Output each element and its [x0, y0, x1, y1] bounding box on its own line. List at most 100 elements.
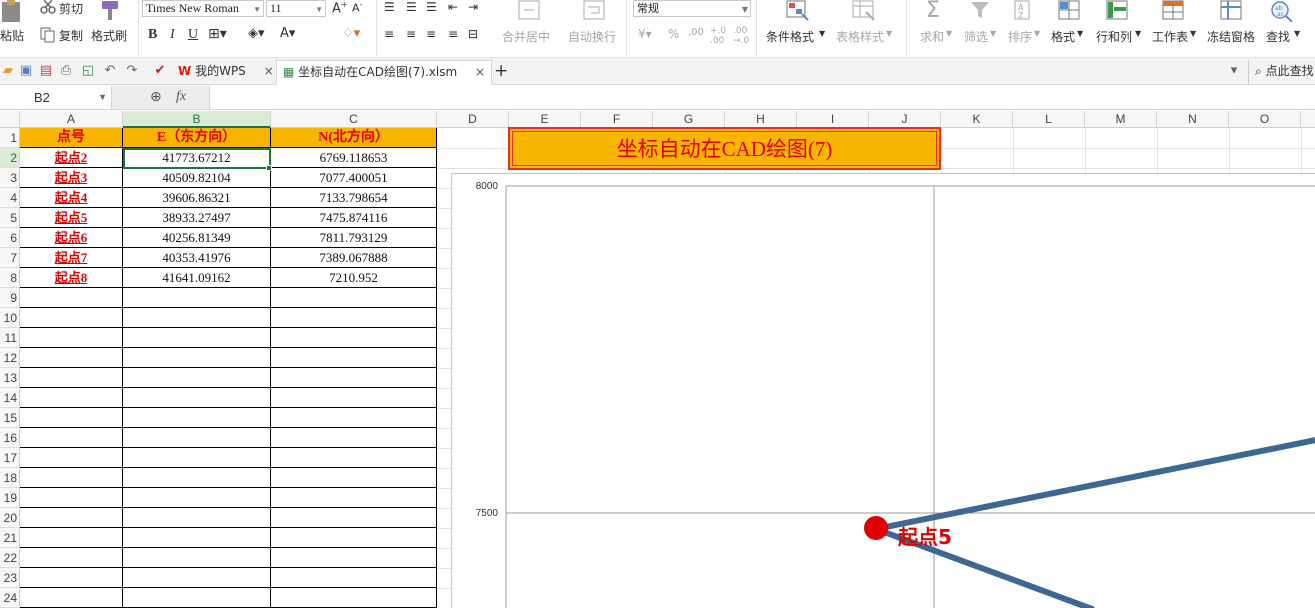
currency-icon[interactable]: ¥▾: [638, 27, 652, 41]
coordinate-cell[interactable]: 7811.793129: [271, 228, 437, 248]
format-icon[interactable]: [1058, 0, 1080, 22]
empty-cell[interactable]: [123, 308, 271, 328]
zoom-search-icon[interactable]: ⊕: [150, 89, 162, 105]
merge-center-icon[interactable]: [518, 0, 540, 20]
empty-cell[interactable]: [20, 568, 123, 588]
close-icon[interactable]: ×: [264, 64, 274, 78]
column-title-cell[interactable]: E（东方向）: [123, 128, 271, 148]
empty-cell[interactable]: [20, 448, 123, 468]
row-header[interactable]: 8: [0, 268, 19, 288]
table-style-button[interactable]: 表格样式: [836, 28, 884, 45]
wrap-text-icon[interactable]: [583, 0, 605, 20]
point-label-cell[interactable]: 起点4: [20, 188, 123, 208]
decrease-font-icon[interactable]: A-: [352, 0, 362, 15]
point-label-cell[interactable]: 起点7: [20, 248, 123, 268]
new-tab-button[interactable]: +: [488, 60, 514, 85]
thousands-icon[interactable]: ,00: [688, 27, 704, 38]
fill-color-icon[interactable]: ◈▾: [248, 26, 265, 41]
font-color-icon[interactable]: A▾: [280, 26, 295, 41]
empty-cell[interactable]: [123, 468, 271, 488]
formula-input[interactable]: [211, 86, 1311, 109]
paste-icon[interactable]: [0, 0, 26, 24]
select-all-corner[interactable]: [0, 111, 20, 128]
underline-button[interactable]: U: [188, 27, 198, 43]
wrap-text-button[interactable]: 自动换行: [568, 28, 616, 45]
row-header[interactable]: 1: [0, 128, 19, 148]
worksheet-button[interactable]: 工作表: [1152, 28, 1188, 45]
column-title-cell[interactable]: 点号: [20, 128, 123, 148]
format-button[interactable]: 格式: [1051, 28, 1075, 45]
column-title-cell[interactable]: N(北方向）: [271, 128, 437, 148]
row-header[interactable]: 16: [0, 428, 19, 448]
tab-file[interactable]: ▦ 坐标自动在CAD绘图(7).xlsm ×: [276, 60, 493, 85]
empty-cell[interactable]: [271, 328, 437, 348]
empty-cell[interactable]: [123, 328, 271, 348]
point-label-cell[interactable]: 起点8: [20, 268, 123, 288]
export-pdf-icon[interactable]: ▤: [38, 63, 54, 79]
tab-wps-home[interactable]: W 我的WPS ×: [172, 60, 280, 85]
column-header[interactable]: O: [1229, 111, 1301, 128]
empty-cell[interactable]: [20, 328, 123, 348]
row-header[interactable]: 24: [0, 588, 19, 608]
empty-cell[interactable]: [123, 288, 271, 308]
chevron-down-icon[interactable]: ▼: [98, 86, 107, 109]
outdent-icon[interactable]: ⇥: [468, 0, 478, 14]
worksheet-icon[interactable]: [1162, 0, 1186, 22]
find-button[interactable]: 查找: [1266, 28, 1290, 45]
empty-cell[interactable]: [271, 308, 437, 328]
empty-cell[interactable]: [123, 528, 271, 548]
font-name-select[interactable]: Times New Roman ▼: [142, 0, 264, 17]
copy-button[interactable]: 复制: [59, 27, 83, 44]
empty-cell[interactable]: [20, 308, 123, 328]
empty-cell[interactable]: [20, 288, 123, 308]
row-header[interactable]: 15: [0, 408, 19, 428]
column-header[interactable]: M: [1085, 111, 1157, 128]
row-header[interactable]: 12: [0, 348, 19, 368]
sort-icon[interactable]: AZ: [1014, 0, 1034, 20]
format-painter-button[interactable]: 格式刷: [91, 27, 127, 44]
window-switch-icon[interactable]: ▾: [1226, 63, 1242, 79]
percent-button[interactable]: %: [668, 27, 679, 41]
insert-function-button[interactable]: fx: [176, 89, 186, 105]
row-col-icon[interactable]: [1106, 0, 1130, 22]
freeze-panes-button[interactable]: 冻结窗格: [1207, 28, 1255, 45]
coordinate-cell[interactable]: 7133.798654: [271, 188, 437, 208]
coordinate-cell[interactable]: 7389.067888: [271, 248, 437, 268]
column-header[interactable]: E: [509, 111, 581, 128]
empty-cell[interactable]: [123, 568, 271, 588]
freeze-panes-icon[interactable]: [1220, 0, 1244, 22]
point-label-cell[interactable]: 起点2: [20, 148, 123, 168]
empty-cell[interactable]: [20, 508, 123, 528]
cut-button[interactable]: 剪切: [59, 0, 83, 17]
active-cell-selection[interactable]: [123, 148, 271, 169]
empty-cell[interactable]: [271, 528, 437, 548]
point-label-cell[interactable]: 起点5: [20, 208, 123, 228]
redo-icon[interactable]: ↷: [124, 63, 140, 79]
empty-cell[interactable]: [20, 588, 123, 608]
empty-cell[interactable]: [271, 588, 437, 608]
italic-button[interactable]: I: [170, 27, 175, 43]
empty-cell[interactable]: [271, 548, 437, 568]
coordinate-cell[interactable]: 39606.86321: [123, 188, 271, 208]
indent-icon[interactable]: ⇤: [448, 0, 458, 14]
empty-cell[interactable]: [20, 428, 123, 448]
undo-icon[interactable]: ↶: [102, 63, 118, 79]
empty-cell[interactable]: [123, 508, 271, 528]
search-box[interactable]: ⌕ 点此查找: [1248, 60, 1315, 85]
empty-cell[interactable]: [123, 448, 271, 468]
column-header[interactable]: I: [797, 111, 869, 128]
coordinate-cell[interactable]: 40509.82104: [123, 168, 271, 188]
empty-cell[interactable]: [20, 348, 123, 368]
empty-cell[interactable]: [271, 408, 437, 428]
name-box[interactable]: B2 ▼: [0, 86, 112, 109]
column-header[interactable]: L: [1013, 111, 1085, 128]
decrease-decimal-icon[interactable]: .00 →.0: [733, 26, 749, 46]
row-header[interactable]: 5: [0, 208, 19, 228]
coordinate-cell[interactable]: 7077.400051: [271, 168, 437, 188]
row-header[interactable]: 9: [0, 288, 19, 308]
row-header[interactable]: 10: [0, 308, 19, 328]
find-icon[interactable]: ab ac: [1270, 0, 1294, 23]
justify-icon[interactable]: ≡: [448, 27, 458, 41]
point-label-cell[interactable]: 起点6: [20, 228, 123, 248]
title-banner[interactable]: 坐标自动在CAD绘图(7): [508, 127, 941, 170]
